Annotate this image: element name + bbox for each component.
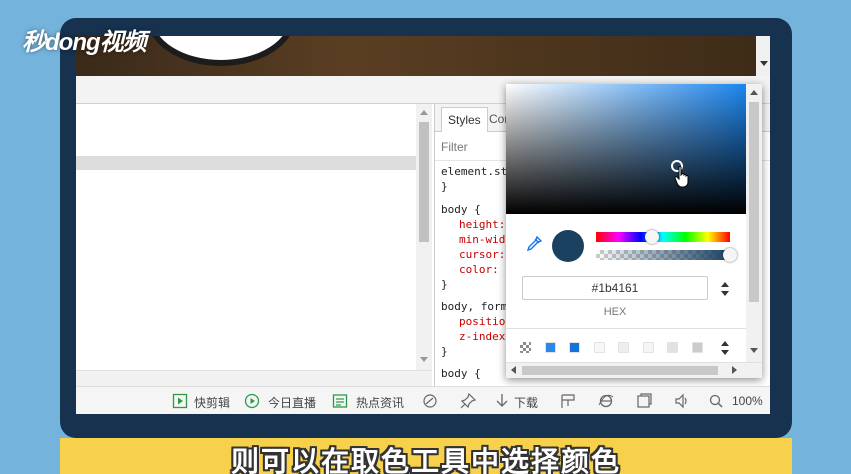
css-property[interactable]: cursor: bbox=[441, 247, 505, 262]
color-swatch[interactable] bbox=[691, 342, 703, 353]
color-swatch[interactable] bbox=[593, 342, 605, 353]
css-property[interactable]: min-wid bbox=[441, 232, 505, 247]
alpha-slider[interactable] bbox=[596, 250, 730, 260]
page-header-image bbox=[76, 36, 756, 76]
color-swatch[interactable] bbox=[569, 342, 580, 353]
format-toggle-icon[interactable] bbox=[720, 280, 730, 298]
video-edit-icon[interactable] bbox=[172, 393, 188, 409]
elements-scroll-thumb[interactable] bbox=[419, 122, 429, 242]
color-swatch[interactable] bbox=[618, 342, 629, 353]
news-icon[interactable] bbox=[332, 393, 348, 409]
speed-icon[interactable] bbox=[422, 393, 438, 409]
ie-icon[interactable] bbox=[598, 393, 614, 409]
saturation-value-area[interactable] bbox=[506, 84, 746, 214]
picker-divider bbox=[506, 328, 746, 329]
statusbar-news[interactable]: 热点资讯 bbox=[356, 394, 404, 411]
picker-vscroll-thumb[interactable] bbox=[749, 102, 759, 302]
zoom-level[interactable]: 100% bbox=[732, 394, 763, 408]
statusbar-download[interactable]: 下载 bbox=[514, 394, 538, 411]
tab-styles[interactable]: Styles bbox=[441, 107, 488, 132]
styles-filter-input[interactable]: Filter bbox=[441, 140, 468, 154]
statusbar-live[interactable]: 今日直播 bbox=[268, 394, 316, 411]
elements-panel bbox=[76, 104, 432, 370]
watermark-logo: 秒dong视频 bbox=[22, 29, 147, 56]
selected-dom-node[interactable] bbox=[76, 156, 416, 170]
picker-scroll-left-icon[interactable] bbox=[511, 366, 516, 374]
palette-toggle-icon[interactable] bbox=[720, 340, 730, 356]
scroll-up-icon[interactable] bbox=[420, 110, 428, 115]
picker-scroll-down-icon[interactable] bbox=[750, 348, 758, 353]
flag-icon[interactable] bbox=[560, 393, 576, 409]
rule-selector: body { bbox=[441, 367, 481, 380]
play-circle-icon[interactable] bbox=[244, 393, 260, 409]
rule-selector: element.st bbox=[441, 165, 508, 178]
picker-hscroll-thumb[interactable] bbox=[522, 366, 718, 375]
rule-brace: } bbox=[441, 345, 448, 358]
subtitle-text: 则可以在取色工具中选择颜色 bbox=[230, 446, 621, 474]
zoom-icon[interactable] bbox=[708, 393, 724, 409]
color-swatch[interactable] bbox=[544, 342, 556, 353]
picker-scroll-right-icon[interactable] bbox=[732, 366, 737, 374]
window-icon[interactable] bbox=[636, 393, 652, 409]
download-icon[interactable] bbox=[494, 393, 510, 409]
scroll-down-icon[interactable] bbox=[420, 357, 428, 362]
css-property[interactable]: color: bbox=[441, 262, 499, 277]
rule-brace: } bbox=[441, 278, 448, 291]
statusbar-video-edit[interactable]: 快剪辑 bbox=[194, 394, 230, 411]
eyedropper-icon[interactable] bbox=[526, 236, 542, 252]
hex-color-input[interactable] bbox=[522, 276, 708, 300]
alpha-slider-thumb[interactable] bbox=[723, 248, 737, 262]
browser-statusbar: 快剪辑 今日直播 热点资讯 下载 100% bbox=[76, 386, 770, 414]
page-scrollbar[interactable] bbox=[756, 36, 770, 76]
color-swatch[interactable] bbox=[667, 342, 678, 353]
rule-selector: body { bbox=[441, 203, 481, 216]
picker-scroll-up-icon[interactable] bbox=[750, 90, 758, 95]
volume-icon[interactable] bbox=[674, 393, 690, 409]
subtitle-bar: 则可以在取色工具中选择颜色 bbox=[60, 438, 792, 474]
color-swatch[interactable] bbox=[520, 342, 531, 353]
rule-brace: } bbox=[441, 180, 448, 193]
color-format-label: HEX bbox=[603, 306, 627, 318]
color-swatch[interactable] bbox=[642, 342, 654, 353]
rule-selector: body, form bbox=[441, 300, 508, 313]
css-property[interactable]: height: bbox=[441, 217, 505, 232]
hand-cursor-icon bbox=[674, 166, 689, 188]
elements-hscrollbar[interactable] bbox=[76, 370, 432, 386]
current-color-swatch bbox=[552, 230, 584, 262]
page-image-circle bbox=[146, 36, 296, 66]
css-property[interactable]: positio bbox=[441, 314, 505, 329]
browser-screen: Styles Com Filter element.st } body { he… bbox=[76, 36, 770, 414]
page-scroll-down-icon[interactable] bbox=[760, 61, 768, 66]
css-property[interactable]: z-index bbox=[441, 329, 505, 344]
pin-icon[interactable] bbox=[460, 393, 476, 409]
hue-slider[interactable] bbox=[596, 232, 730, 242]
color-picker-popup: HEX bbox=[506, 84, 762, 378]
